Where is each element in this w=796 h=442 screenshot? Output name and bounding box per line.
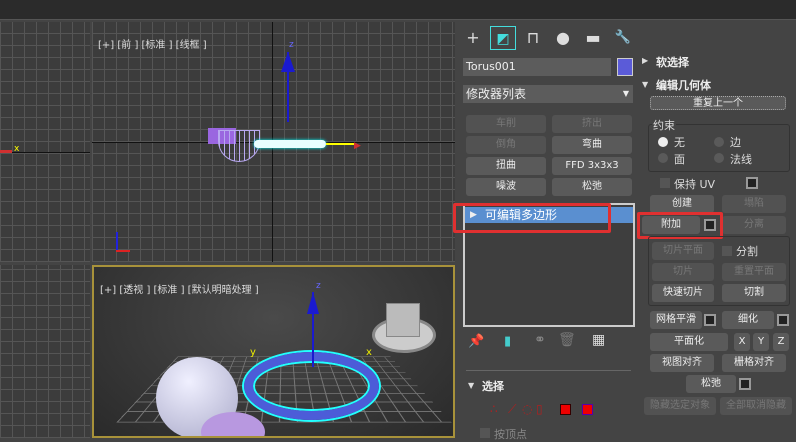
element-level-icon[interactable] <box>582 404 593 415</box>
tessellate-button[interactable]: 细化 <box>722 311 774 329</box>
constraint-normal-radio[interactable] <box>714 153 724 163</box>
viewcube[interactable] <box>386 303 420 337</box>
meshsmooth-button[interactable]: 网格平滑 <box>650 311 702 329</box>
configure-modifier-sets-icon[interactable]: ▦ <box>592 332 605 348</box>
viewport-bottom-left[interactable] <box>0 265 90 438</box>
create-button[interactable]: 创建 <box>650 195 714 213</box>
constraint-face-label: 面 <box>674 153 685 166</box>
motion-tab[interactable]: ● <box>550 26 576 50</box>
object-name-field[interactable]: Torus001 <box>463 58 611 76</box>
relax-button[interactable]: 松弛 <box>686 375 736 393</box>
split-label: 分割 <box>736 245 758 258</box>
display-tab[interactable]: ▬ <box>580 26 606 50</box>
modifier-bend-button[interactable]: 弯曲 <box>552 136 632 154</box>
command-panel: + ◩ ⊓ ● ▬ 🔧 Torus001 修改器列表 ▼ 车削 挤出 倒角 弯曲 … <box>453 20 636 441</box>
make-planar-button[interactable]: 平面化 <box>650 333 728 351</box>
by-vertex-label: 按顶点 <box>494 428 527 441</box>
collapse-arrow-icon[interactable]: ▼ <box>642 80 648 89</box>
grid-align-button[interactable]: 栅格对齐 <box>722 354 786 372</box>
modifier-extrude-button[interactable]: 挤出 <box>552 115 632 133</box>
slice-button[interactable]: 切片 <box>652 263 714 281</box>
unhide-all-button[interactable]: 全部取消隐藏 <box>720 397 792 415</box>
remove-modifier-icon[interactable]: 🗑 <box>558 332 576 348</box>
preserve-uv-checkbox[interactable] <box>660 178 670 188</box>
by-vertex-checkbox[interactable] <box>480 428 490 438</box>
constraint-none-radio[interactable] <box>658 137 668 147</box>
modifier-twist-button[interactable]: 扭曲 <box>466 157 546 175</box>
chevron-down-icon: ▼ <box>622 89 629 98</box>
rollout-edit-geometry[interactable]: 编辑几何体 <box>656 77 711 93</box>
expand-arrow-icon[interactable]: ▶ <box>642 56 648 65</box>
modifier-relax-button[interactable]: 松弛 <box>552 178 632 196</box>
edit-geometry-panel: ▶ 软选择 ▼ 编辑几何体 重复上一个 约束 无 边 面 法线 保持 UV 创建… <box>636 50 796 438</box>
viewport-label[interactable]: [+] [透视 ] [标准 ] [默认明暗处理 ] <box>100 281 259 296</box>
hierarchy-tab[interactable]: ⊓ <box>520 26 546 50</box>
reset-plane-button[interactable]: 重置平面 <box>722 263 786 281</box>
cut-button[interactable]: 切割 <box>722 284 786 302</box>
make-unique-icon[interactable]: ⚭ <box>534 332 546 348</box>
rollout-soft-select[interactable]: 软选择 <box>656 54 689 70</box>
viewport-front[interactable]: [+] [前 ] [标准 ] [线框 ] z ▶ <box>92 22 455 262</box>
hide-selected-button[interactable]: 隐藏选定对象 <box>644 397 716 415</box>
constraint-none-label: 无 <box>674 136 685 149</box>
viewport-left[interactable]: x <box>0 22 90 262</box>
highlight-box <box>637 212 723 239</box>
polygon-level-icon[interactable] <box>560 404 571 415</box>
preserve-uv-settings-button[interactable] <box>746 177 758 189</box>
viewport-label[interactable]: [+] [前 ] [标准 ] [线框 ] <box>98 36 207 51</box>
repeat-last-button[interactable]: 重复上一个 <box>650 96 786 110</box>
make-planar-z-button[interactable]: Z <box>773 333 789 351</box>
modifier-lathe-button[interactable]: 车削 <box>466 115 546 133</box>
torus-object[interactable] <box>254 140 326 148</box>
vertex-level-icon[interactable]: ∴ <box>490 402 498 416</box>
detach-button[interactable]: 分离 <box>722 216 786 234</box>
border-level-icon[interactable]: ◌ <box>522 402 532 416</box>
rollout-select-title[interactable]: 选择 <box>482 378 504 394</box>
modifier-list-label: 修改器列表 <box>466 87 527 101</box>
preserve-uv-label: 保持 UV <box>674 178 716 191</box>
constraint-face-radio[interactable] <box>658 153 668 163</box>
object-color-swatch[interactable] <box>617 58 633 76</box>
view-align-button[interactable]: 视图对齐 <box>650 354 714 372</box>
tessellate-settings-button[interactable] <box>777 314 789 326</box>
highlight-box <box>453 203 611 233</box>
create-tab[interactable]: + <box>460 26 486 50</box>
collapse-arrow-icon[interactable]: ▼ <box>468 381 474 390</box>
modifier-bevel-button[interactable]: 倒角 <box>466 136 546 154</box>
edge-level-icon[interactable]: ⟋ <box>508 402 516 417</box>
constraints-label: 约束 <box>652 117 676 133</box>
viewport-perspective[interactable]: [+] [透视 ] [标准 ] [默认明暗处理 ] z y x <box>92 265 455 438</box>
relax-settings-button[interactable] <box>739 378 751 390</box>
modifier-ffd-button[interactable]: FFD 3x3x3 <box>552 157 632 175</box>
make-planar-x-button[interactable]: X <box>734 333 750 351</box>
polygon-level-icon-outline[interactable]: ▯ <box>536 402 543 416</box>
panel-divider[interactable] <box>466 370 631 371</box>
axis-x-label: x <box>14 144 20 154</box>
meshsmooth-settings-button[interactable] <box>704 314 716 326</box>
make-planar-y-button[interactable]: Y <box>753 333 769 351</box>
constraint-normal-label: 法线 <box>730 153 752 166</box>
slice-plane-button[interactable]: 切片平面 <box>652 242 714 260</box>
top-toolbar <box>0 0 796 20</box>
modify-tab[interactable]: ◩ <box>490 26 516 50</box>
show-end-result-icon[interactable]: ▮ <box>504 334 511 349</box>
modifier-noise-button[interactable]: 噪波 <box>466 178 546 196</box>
constraint-edge-label: 边 <box>730 136 741 149</box>
constraint-edge-radio[interactable] <box>714 137 724 147</box>
quickslice-button[interactable]: 快速切片 <box>652 284 714 302</box>
modifier-list-dropdown[interactable]: 修改器列表 ▼ <box>463 85 633 103</box>
utilities-tab[interactable]: 🔧 <box>610 26 636 50</box>
pin-stack-icon[interactable]: 📌 <box>468 334 484 349</box>
split-checkbox[interactable] <box>722 246 732 256</box>
collapse-button[interactable]: 塌陷 <box>722 195 786 213</box>
